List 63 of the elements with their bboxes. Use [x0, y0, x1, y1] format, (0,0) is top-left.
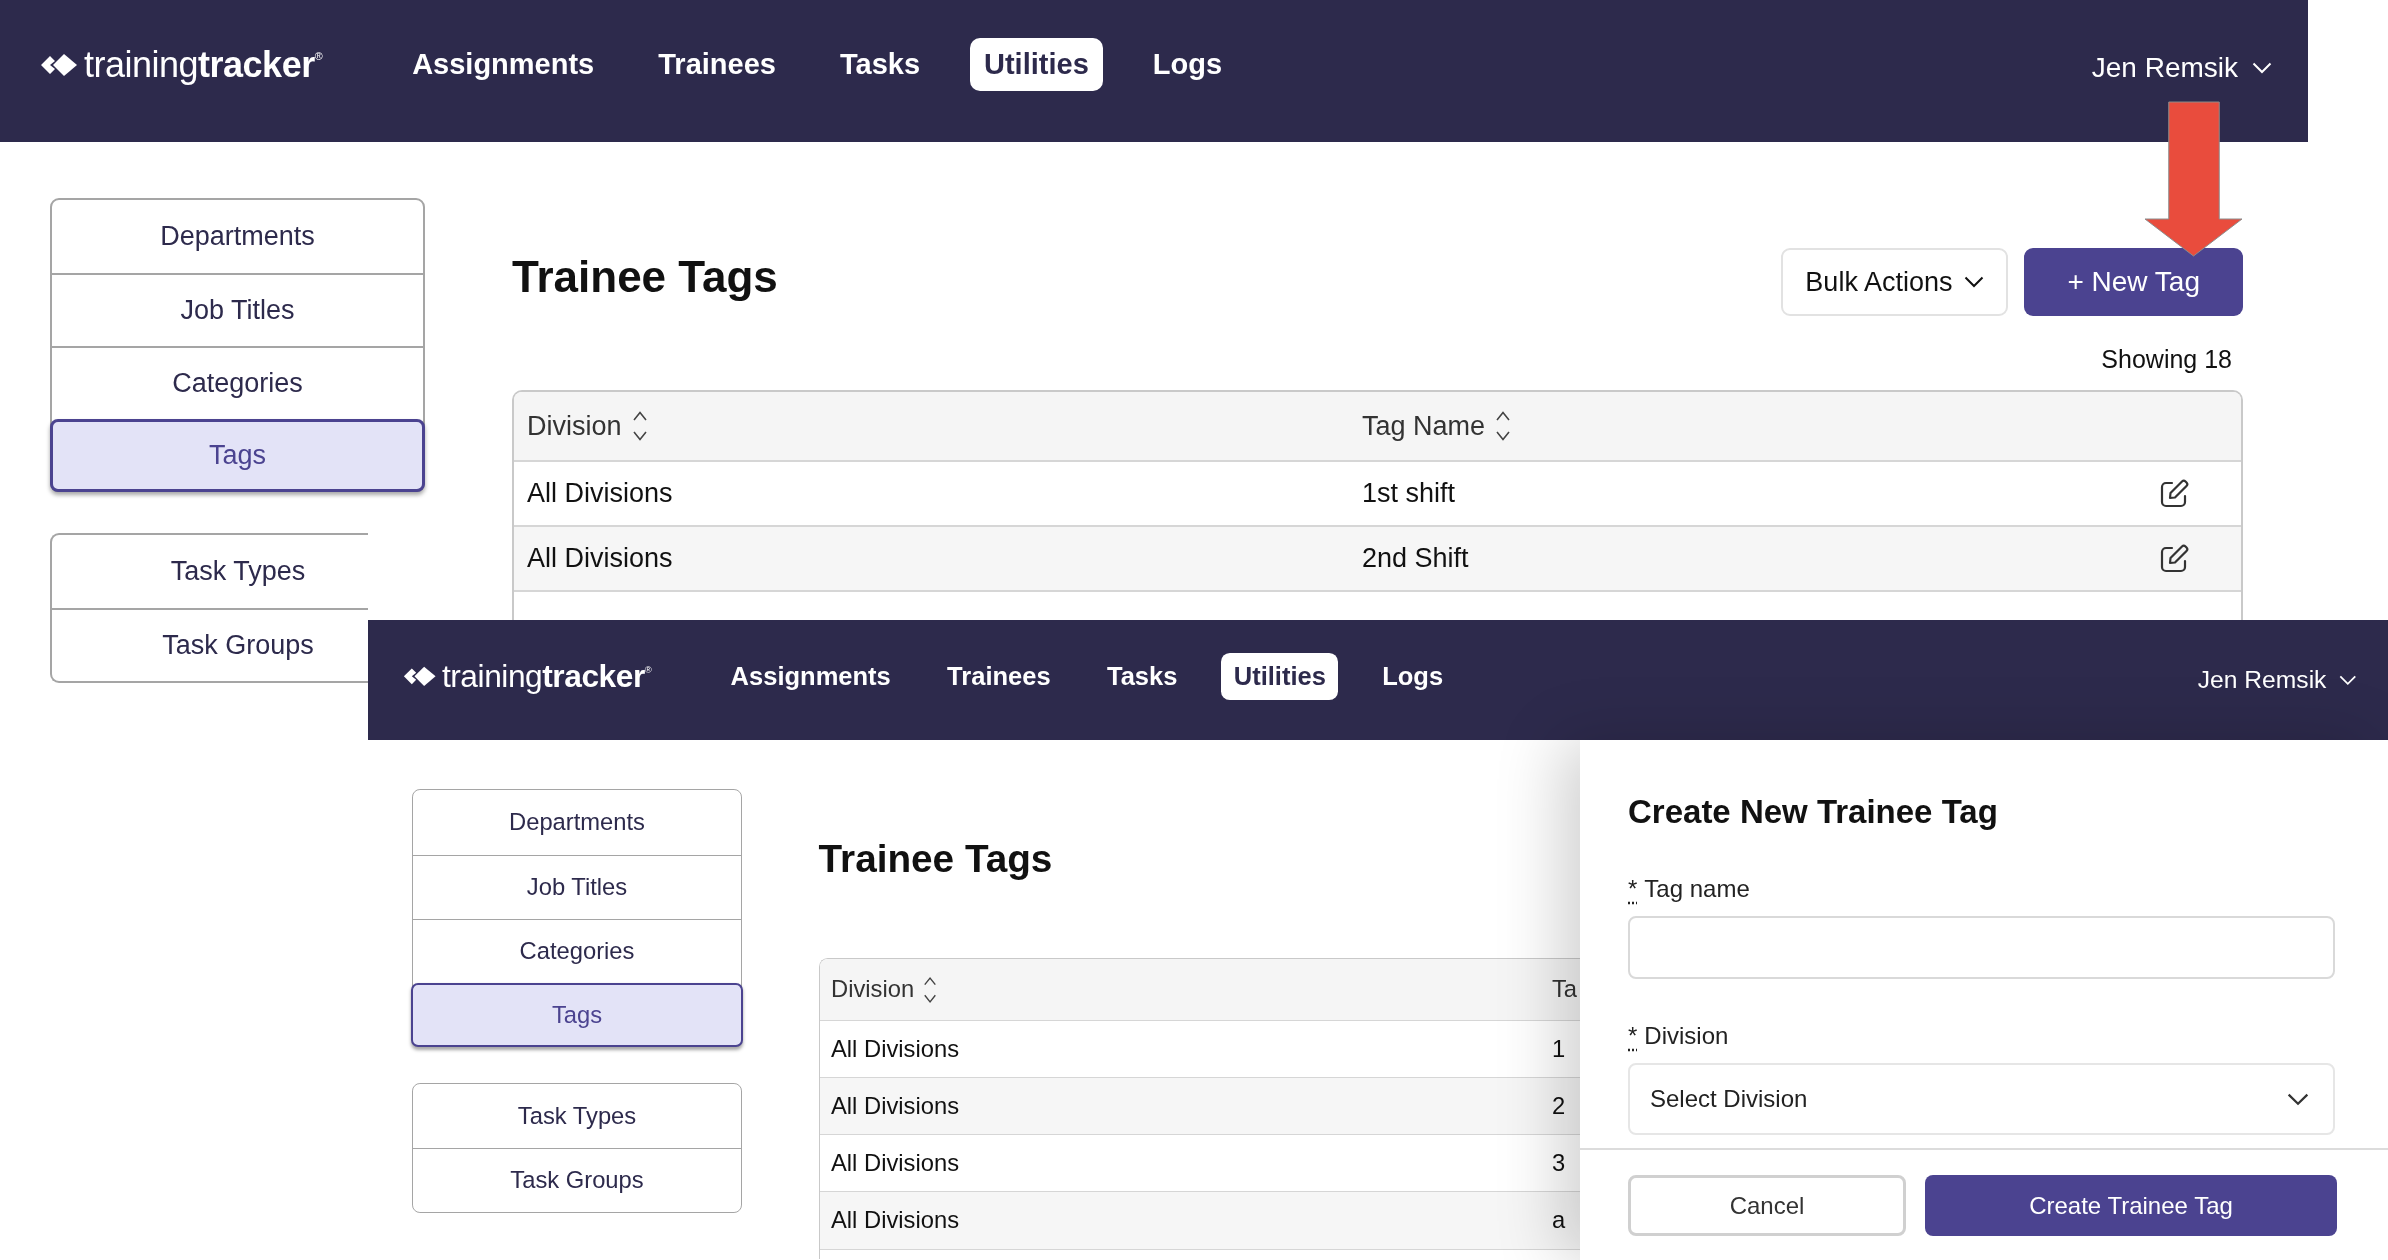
sidebar-item[interactable]: Tags — [50, 419, 425, 492]
required-marker: * — [1628, 1022, 1638, 1050]
cancel-button[interactable]: Cancel — [1628, 1175, 1906, 1236]
table-cell: All Divisions — [831, 1092, 959, 1120]
table-cell: All Divisions — [831, 1206, 959, 1234]
nav-link[interactable]: Tasks — [1094, 653, 1190, 701]
column-header[interactable]: Tag Name — [1362, 409, 1512, 443]
table-cell: a — [1552, 1206, 1566, 1234]
nav-link[interactable]: Trainees — [934, 653, 1063, 701]
sidebar-item[interactable]: Task Types — [52, 535, 368, 608]
table-cell: 2nd Shift — [1362, 543, 1469, 573]
sort-icon[interactable] — [1495, 409, 1512, 443]
nav-link[interactable]: Trainees — [644, 38, 790, 91]
column-header[interactable]: Division — [831, 974, 937, 1005]
down-arrow-icon — [2144, 101, 2243, 257]
table-cell: 1 — [1552, 1034, 1566, 1062]
chevron-down-icon — [2287, 1092, 2309, 1106]
result-count: Showing 18 — [2101, 344, 2232, 374]
field-label: Division — [1644, 1022, 1729, 1050]
nav-link[interactable]: Tasks — [825, 38, 934, 91]
table-cell: 3 — [1552, 1149, 1566, 1177]
column-header: Ta — [1552, 975, 1578, 1004]
logo-text: trainingtracker$^{®}$ — [84, 43, 323, 86]
user-menu[interactable]: Jen Remsik — [2197, 653, 2357, 707]
sidebar-item[interactable]: Job Titles — [52, 273, 423, 346]
text-input-field[interactable] — [1628, 916, 2335, 979]
nav-link[interactable]: Utilities — [1221, 653, 1339, 701]
sort-icon[interactable] — [631, 409, 648, 443]
required-marker: * — [1628, 875, 1638, 903]
nav-link[interactable]: Logs — [1138, 38, 1237, 91]
chevron-down-icon — [1964, 276, 1985, 288]
table-cell: 1st shift — [1362, 478, 1456, 508]
field-label: Tag name — [1644, 875, 1750, 903]
table-cell: All Divisions — [831, 1149, 959, 1177]
edit-icon[interactable] — [2159, 478, 2189, 509]
sidebar-item[interactable]: Tags — [411, 982, 743, 1048]
table-cell: All Divisions — [831, 1034, 959, 1062]
table-cell: 2 — [1552, 1092, 1566, 1120]
bulk-actions-dropdown[interactable]: Bulk Actions — [1781, 248, 2009, 316]
sidebar-item[interactable]: Job Titles — [413, 854, 741, 919]
nav-link[interactable]: Utilities — [970, 38, 1103, 91]
nav-link[interactable]: Logs — [1369, 653, 1456, 701]
chevron-down-icon — [2338, 674, 2357, 686]
sidebar-item[interactable]: Departments — [413, 790, 741, 855]
nav-link[interactable]: Assignments — [398, 38, 609, 91]
drawer-title: Create New Trainee Tag — [1628, 792, 1999, 832]
table-cell: All Divisions — [527, 478, 673, 508]
sidebar-item[interactable]: Departments — [52, 200, 423, 273]
table-cell: All Divisions — [527, 543, 673, 573]
chevron-down-icon — [2252, 62, 2272, 74]
create-button[interactable]: Create Trainee Tag — [1925, 1175, 2337, 1236]
logo-text: trainingtracker$^{®}$ — [441, 658, 652, 696]
sidebar-item[interactable]: Task Types — [413, 1083, 741, 1148]
nav-link[interactable]: Assignments — [718, 653, 904, 701]
column-header[interactable]: Division — [527, 409, 648, 443]
edit-icon[interactable] — [2159, 543, 2189, 574]
select-dropdown[interactable]: Select Division — [1628, 1063, 2335, 1135]
page-title: Trainee Tags — [512, 253, 778, 302]
page-title: Trainee Tags — [818, 837, 1053, 881]
user-menu[interactable]: Jen Remsik — [2091, 38, 2272, 98]
sidebar-item[interactable]: Task Groups — [413, 1147, 741, 1212]
new-tag-button[interactable]: + New Tag — [2024, 248, 2243, 316]
sidebar-item[interactable]: Categories — [413, 918, 741, 983]
